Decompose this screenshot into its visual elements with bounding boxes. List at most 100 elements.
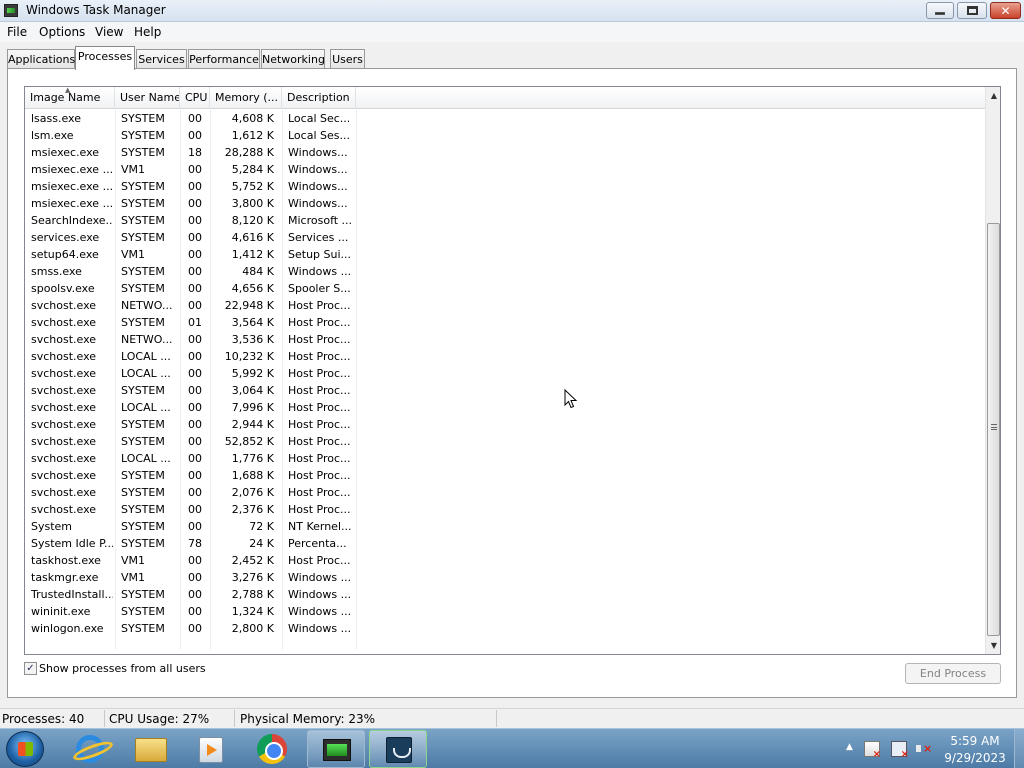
table-row[interactable]: svchost.exe SYSTEM 00 2,076 K Host Proc... [25,484,985,501]
column-header-image-name[interactable]: ▲ Image Name [25,87,115,109]
table-row[interactable]: svchost.exe SYSTEM 01 3,564 K Host Proc... [25,314,985,331]
process-user-name: SYSTEM [121,486,165,499]
menu-options[interactable]: Options [39,25,85,39]
process-cpu: 00 [188,299,202,312]
clock-date[interactable]: 9/29/2023 [940,751,1010,765]
column-header-memory[interactable]: Memory (... [210,87,282,109]
taskbar-task-manager[interactable] [307,730,365,768]
taskbar-media-player[interactable] [181,730,239,768]
close-button[interactable]: ✕ [990,2,1021,19]
show-all-users-checkbox[interactable]: ✓ [24,662,37,675]
process-user-name: SYSTEM [121,469,165,482]
table-row[interactable]: SearchIndexe... SYSTEM 00 8,120 K Microsoft … [25,212,985,229]
table-row[interactable]: msiexec.exe ... SYSTEM 00 5,752 K Windows... [25,178,985,195]
process-cpu: 00 [188,469,202,482]
show-hidden-icons-icon[interactable]: ▲ [846,742,853,752]
table-row[interactable]: svchost.exe LOCAL ... 00 10,232 K Host Proc.… [25,348,985,365]
table-row[interactable]: setup64.exe VM1 00 1,412 K Setup Sui... [25,246,985,263]
restore-button[interactable] [957,2,987,19]
column-header-description[interactable]: Description [282,87,356,109]
vertical-scrollbar[interactable]: ▲ ▼ [985,87,1000,654]
title-bar: Windows Task Manager ✕ [0,0,1024,22]
table-row[interactable]: taskhost.exe VM1 00 2,452 K Host Proc... [25,552,985,569]
volume-muted-icon[interactable] [915,741,932,757]
column-header-cpu[interactable]: CPU [180,87,210,109]
minimize-button[interactable] [926,2,954,19]
scrollbar-thumb[interactable] [987,223,1000,636]
scroll-down-icon[interactable]: ▼ [986,637,1000,654]
action-center-flag-icon[interactable] [864,741,881,760]
table-row[interactable]: svchost.exe SYSTEM 00 1,688 K Host Proc... [25,467,985,484]
table-row[interactable]: svchost.exe NETWO... 00 22,948 K Host Proc..… [25,297,985,314]
process-cpu: 00 [188,435,202,448]
taskbar-installer[interactable] [369,730,427,768]
start-button[interactable] [6,731,44,767]
table-row[interactable]: msiexec.exe SYSTEM 18 28,288 K Windows... [25,144,985,161]
table-row[interactable]: svchost.exe LOCAL ... 00 5,992 K Host Proc..… [25,365,985,382]
process-cpu: 18 [188,146,202,159]
process-cpu: 00 [188,571,202,584]
close-icon: ✕ [1000,3,1011,18]
task-manager-app-icon[interactable] [4,4,18,17]
process-cpu: 00 [188,248,202,261]
process-memory: 2,376 K [231,503,274,516]
process-description: Windows... [288,163,348,176]
column-header-user-name[interactable]: User Name [115,87,180,109]
process-cpu: 00 [188,486,202,499]
taskbar-windows-explorer[interactable] [121,730,179,768]
table-row[interactable]: smss.exe SYSTEM 00 484 K Windows ... [25,263,985,280]
tab-users[interactable]: Users [330,49,365,69]
clock-time[interactable]: 5:59 AM [940,734,1010,748]
table-row[interactable]: svchost.exe SYSTEM 00 2,376 K Host Proc... [25,501,985,518]
table-row[interactable]: lsm.exe SYSTEM 00 1,612 K Local Ses... [25,127,985,144]
menu-file[interactable]: File [7,25,27,39]
media-player-icon [199,737,223,763]
process-user-name: SYSTEM [121,503,165,516]
taskbar-internet-explorer[interactable] [61,730,119,768]
process-memory: 28,288 K [224,146,274,159]
process-user-name: LOCAL ... [121,350,171,363]
menu-view[interactable]: View [95,25,123,39]
table-row[interactable]: svchost.exe SYSTEM 00 2,944 K Host Proc... [25,416,985,433]
menu-help[interactable]: Help [134,25,161,39]
scroll-up-icon[interactable]: ▲ [986,87,1000,104]
tab-performance[interactable]: Performance [188,49,260,69]
tab-networking[interactable]: Networking [261,49,325,69]
table-row[interactable]: svchost.exe LOCAL ... 00 7,996 K Host Proc..… [25,399,985,416]
process-memory: 1,324 K [231,605,274,618]
table-row[interactable]: svchost.exe SYSTEM 00 3,064 K Host Proc... [25,382,985,399]
table-row[interactable]: msiexec.exe ... VM1 00 5,284 K Windows... [25,161,985,178]
table-row[interactable]: services.exe SYSTEM 00 4,616 K Services ... [25,229,985,246]
process-cpu: 00 [188,418,202,431]
table-row[interactable]: lsass.exe SYSTEM 00 4,608 K Local Sec... [25,110,985,127]
process-user-name: SYSTEM [121,231,165,244]
process-user-name: SYSTEM [121,537,165,550]
table-row[interactable]: System SYSTEM 00 72 K NT Kernel... [25,518,985,535]
table-row[interactable]: winlogon.exe SYSTEM 00 2,800 K Windows ... [25,620,985,637]
process-cpu: 00 [188,520,202,533]
process-user-name: VM1 [121,554,146,567]
table-row[interactable]: taskmgr.exe VM1 00 3,276 K Windows ... [25,569,985,586]
show-desktop-button[interactable] [1014,729,1024,768]
process-description: Host Proc... [288,469,351,482]
table-row[interactable]: System Idle P... SYSTEM 78 24 K Percenta... [25,535,985,552]
table-row[interactable]: spoolsv.exe SYSTEM 00 4,656 K Spooler S... [25,280,985,297]
table-row[interactable]: svchost.exe SYSTEM 00 52,852 K Host Proc... [25,433,985,450]
tab-services[interactable]: Services [136,49,187,69]
table-row[interactable]: svchost.exe NETWO... 00 3,536 K Host Proc... [25,331,985,348]
process-description: Host Proc... [288,503,351,516]
table-row[interactable]: svchost.exe LOCAL ... 00 1,776 K Host Proc..… [25,450,985,467]
process-image-name: svchost.exe [31,333,97,346]
table-row[interactable]: msiexec.exe ... SYSTEM 00 3,800 K Windows... [25,195,985,212]
table-row[interactable]: TrustedInstall... SYSTEM 00 2,788 K Windows … [25,586,985,603]
table-row[interactable]: wininit.exe SYSTEM 00 1,324 K Windows ... [25,603,985,620]
taskbar-chrome[interactable] [243,730,301,768]
end-process-button[interactable]: End Process [905,663,1001,684]
network-disconnected-icon[interactable] [891,741,909,760]
process-image-name: lsass.exe [31,112,81,125]
process-cpu: 00 [188,503,202,516]
tab-applications[interactable]: Applications [7,49,75,69]
tab-processes[interactable]: Processes [75,46,135,70]
show-all-users-label: Show processes from all users [39,662,206,675]
process-list[interactable]: ▲ Image Name User Name CPU Memory (... D… [24,86,1001,655]
